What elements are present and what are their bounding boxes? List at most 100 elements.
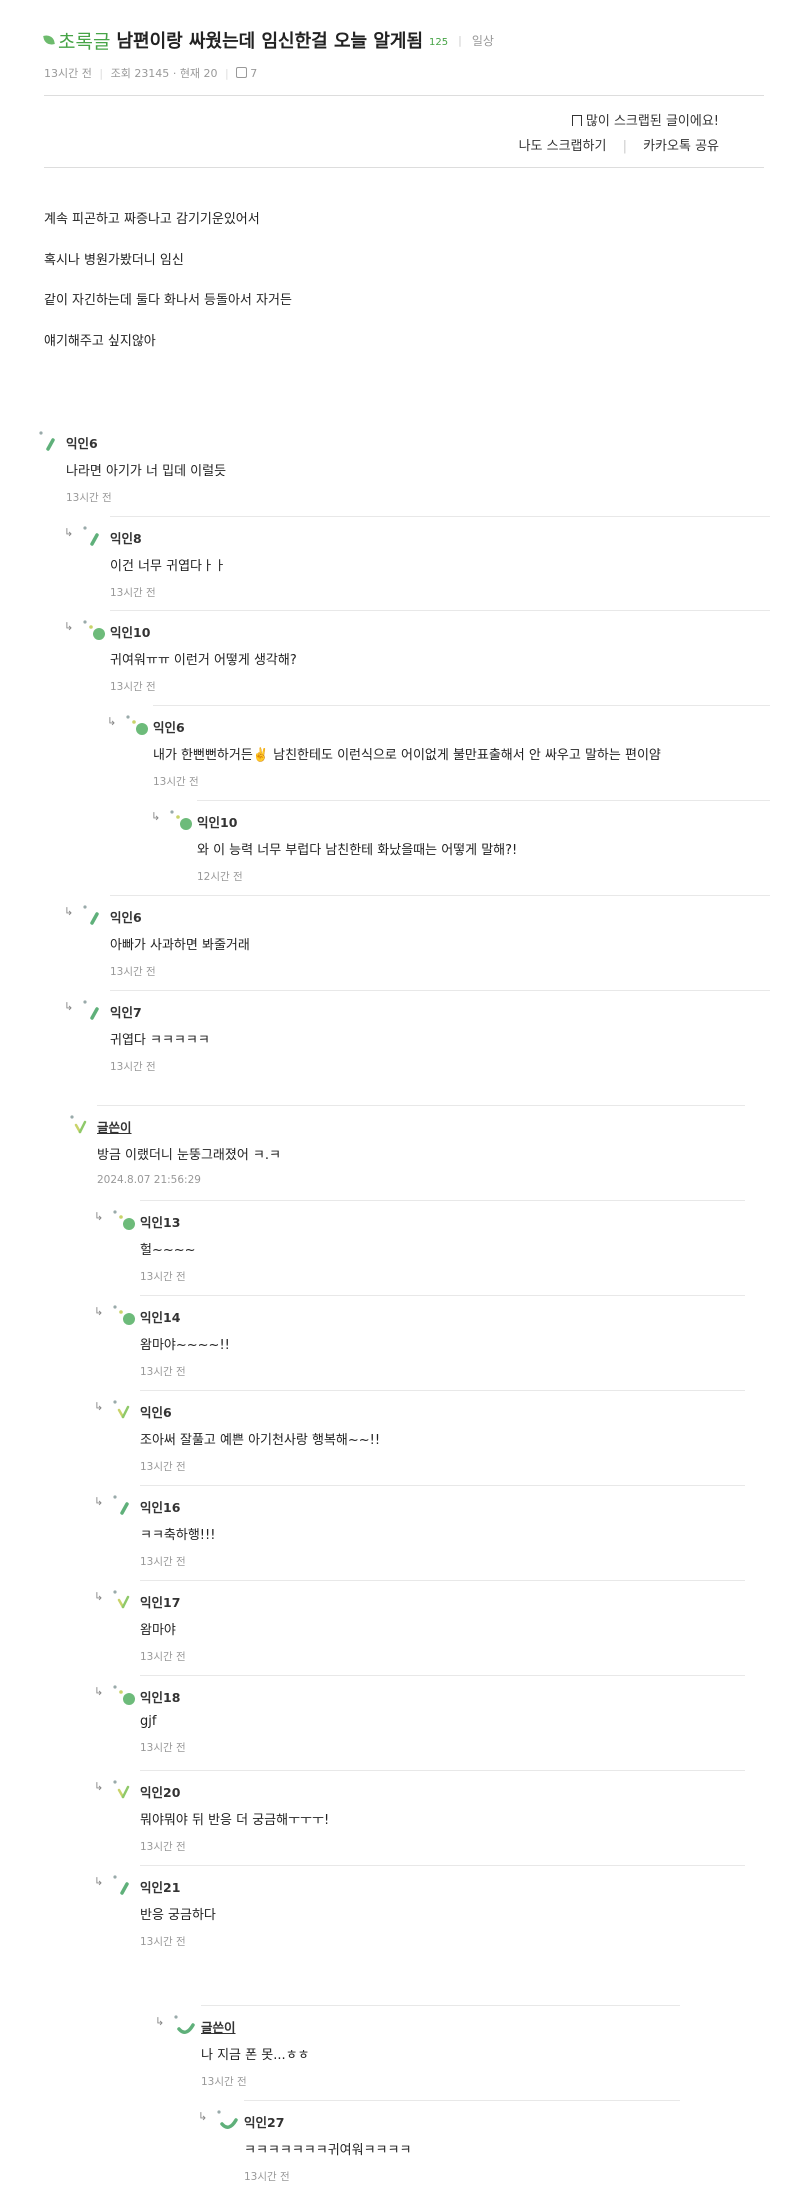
comment-author[interactable]: 익인8 (110, 528, 226, 547)
comment-time: 13시간 전 (140, 1742, 186, 1754)
scrap-button[interactable]: 나도 스크랩하기 (519, 139, 607, 154)
reply-arrow-icon: ↳ (198, 2110, 208, 2123)
comment-item: 익인10 와 이 능력 너무 부럽다 남친한테 화났을때는 어떻게 말해?! 12시… (197, 812, 517, 884)
comment-time: 13시간 전 (140, 1366, 186, 1378)
comment-time: 13시간 전 (66, 492, 112, 504)
comment-item: 익인16 ㅋㅋ축하행!!! 13시간 전 (140, 1497, 215, 1569)
comment-text: 뭐야뭐야 뒤 반응 더 궁금해ㅜㅜㅜ! (140, 1813, 330, 1828)
post-current: 현재 20 (179, 67, 218, 80)
comment-author[interactable]: 익인14 (140, 1307, 230, 1326)
comment-author[interactable]: 익인17 (140, 1592, 186, 1611)
comment-text: 헐~~~~ (140, 1243, 196, 1258)
post-title: 남편이랑 싸웠는데 임신한걸 오늘 알게됨 (116, 31, 424, 52)
reply-arrow-icon: ↳ (94, 1590, 104, 1603)
avatar-icon (82, 618, 108, 644)
comment-item: 익인6 아빠가 사과하면 봐줄거래 13시간 전 (110, 907, 250, 979)
comment-text: 나라면 아기가 너 밉데 이럴듯 (66, 464, 227, 479)
comment-text: 반응 궁금하다 (140, 1908, 216, 1923)
comment-text: 왐마야 (140, 1623, 176, 1638)
comment-divider (140, 1770, 745, 1771)
comment-time: 2024.8.07 21:56:29 (97, 1174, 201, 1186)
bookmark-icon (571, 115, 582, 126)
comment-time: 13시간 전 (110, 966, 156, 978)
comment-text: 귀여워ㅠㅠ 이런거 어떻게 생각해? (110, 653, 297, 668)
avatar-icon (82, 903, 108, 929)
comment-author[interactable]: 글쓴이 (201, 2017, 310, 2036)
reply-arrow-icon: ↳ (64, 1000, 74, 1013)
avatar-icon (112, 1588, 138, 1614)
comment-time: 12시간 전 (197, 871, 243, 883)
comment-divider (140, 1200, 745, 1201)
comment-time: 13시간 전 (110, 681, 156, 693)
post-time: 13시간 전 (44, 67, 92, 80)
post-views: 조회 23145 (110, 67, 170, 80)
comment-author[interactable]: 익인6 (66, 433, 226, 452)
avatar-icon (112, 1683, 138, 1709)
comment-author[interactable]: 익인6 (153, 717, 661, 736)
comment-author[interactable]: 익인13 (140, 1212, 196, 1231)
reply-arrow-icon: ↳ (64, 620, 74, 633)
comment-divider (140, 1390, 745, 1391)
comment-item: 글쓴이 나 지금 폰 못...ㅎㅎ 13시간 전 (201, 2017, 310, 2089)
comment-item: 익인20 뭐야뭐야 뒤 반응 더 궁금해ㅜㅜㅜ! 13시간 전 (140, 1782, 329, 1854)
reply-arrow-icon: ↳ (94, 1780, 104, 1793)
comment-divider (197, 800, 770, 801)
avatar-icon (173, 2013, 199, 2039)
reply-arrow-icon: ↳ (94, 1495, 104, 1508)
comment-divider (140, 1485, 745, 1486)
comment-item: 익인14 왐마야~~~~!! 13시간 전 (140, 1307, 230, 1379)
avatar-icon (112, 1398, 138, 1424)
comment-text: gjf (140, 1714, 157, 1729)
comment-author[interactable]: 익인16 (140, 1497, 215, 1516)
reply-arrow-icon: ↳ (94, 1305, 104, 1318)
comment-author[interactable]: 익인10 (197, 812, 517, 831)
comment-author[interactable]: 익인10 (110, 622, 297, 641)
leaf-icon (43, 34, 55, 46)
comment-time: 13시간 전 (244, 2171, 290, 2183)
comment-item: 익인10 귀여워ㅠㅠ 이런거 어떻게 생각해? 13시간 전 (110, 622, 297, 694)
avatar-icon (112, 1493, 138, 1519)
thumb-up-icon[interactable] (236, 67, 248, 78)
reply-arrow-icon: ↳ (94, 1875, 104, 1888)
comment-time: 13시간 전 (140, 1651, 186, 1663)
share-links: 나도 스크랩하기 | 카카오톡 공유 (518, 139, 719, 154)
post-body-line: 계속 피곤하고 짜증나고 감기기운있어서 (44, 212, 260, 227)
comment-author[interactable]: 글쓴이 (97, 1117, 281, 1136)
comment-divider (140, 1675, 745, 1676)
comment-author[interactable]: 익인18 (140, 1687, 186, 1706)
comment-author[interactable]: 익인20 (140, 1782, 329, 1801)
avatar-icon (112, 1208, 138, 1234)
comment-text: 와 이 능력 너무 부럽다 남친한테 화났을때는 어떻게 말해?! (197, 843, 518, 858)
post-tag[interactable]: 일상 (472, 32, 494, 49)
avatar-icon (82, 998, 108, 1024)
post-category[interactable]: 초록글 (58, 27, 110, 54)
comment-author[interactable]: 익인21 (140, 1877, 216, 1896)
comment-author[interactable]: 익인7 (110, 1002, 210, 1021)
divider: | (458, 33, 462, 47)
comment-item: 글쓴이 방금 이랬더니 눈뚱그래졌어 ㅋ.ㅋ 2024.8.07 21:56:29 (97, 1117, 281, 1186)
comment-divider (110, 990, 770, 991)
comment-item: 익인27 ㅋㅋㅋㅋㅋㅋㅋ귀여워ㅋㅋㅋㅋ 13시간 전 (244, 2112, 411, 2184)
avatar-icon (125, 713, 151, 739)
comment-time: 13시간 전 (140, 1271, 186, 1283)
comment-text: 내가 한뻔뻔하거든✌️ 남친한테도 이런식으로 어이없게 불만표출해서 안 싸우… (153, 748, 661, 763)
comment-author[interactable]: 익인27 (244, 2112, 411, 2131)
comment-item: 익인6 내가 한뻔뻔하거든✌️ 남친한테도 이런식으로 어이없게 불만표출해서 안… (153, 717, 661, 789)
comment-time: 13시간 전 (110, 587, 156, 599)
comment-item: 익인17 왐마야 13시간 전 (140, 1592, 186, 1664)
comment-time: 13시간 전 (201, 2076, 247, 2088)
comment-count: 125 (429, 36, 449, 48)
kakao-share-button[interactable]: 카카오톡 공유 (643, 139, 719, 154)
comment-author[interactable]: 익인6 (110, 907, 250, 926)
comment-text: ㅋㅋㅋㅋㅋㅋㅋ귀여워ㅋㅋㅋㅋ (244, 2143, 412, 2158)
comment-divider (201, 2005, 680, 2006)
comment-divider (110, 516, 770, 517)
comment-divider (244, 2100, 680, 2101)
comment-author[interactable]: 익인6 (140, 1402, 380, 1421)
comment-time: 13시간 전 (153, 776, 199, 788)
avatar-icon (38, 429, 64, 455)
post-header: 초록글 남편이랑 싸웠는데 임신한걸 오늘 알게됨 125 | 일상 (43, 26, 494, 54)
comment-item: 익인6 조아써 잘풀고 예쁜 아기천사랑 행복해~~!! 13시간 전 (140, 1402, 380, 1474)
avatar-icon (112, 1778, 138, 1804)
avatar-icon (82, 524, 108, 550)
